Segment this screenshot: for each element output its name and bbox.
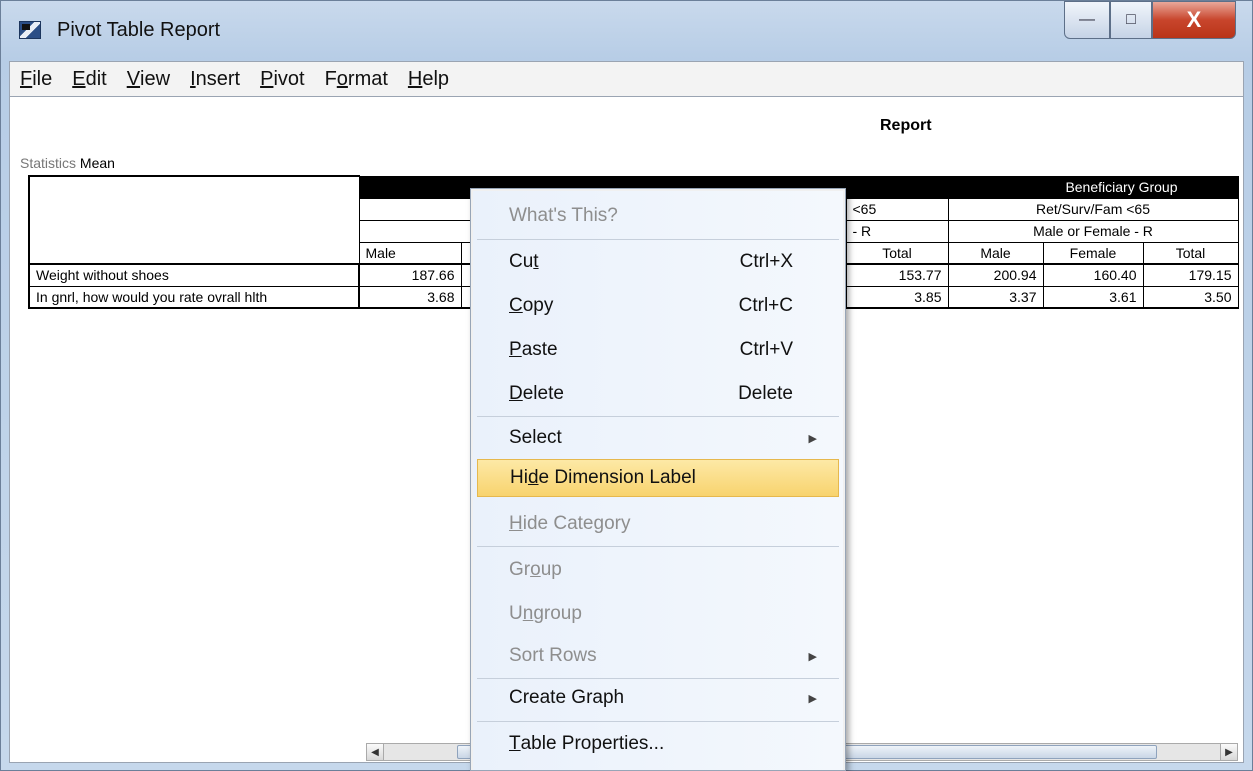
- pivot-corner: [28, 175, 360, 265]
- table-cell[interactable]: 200.94: [947, 263, 1044, 287]
- caption-buttons: — □ X: [1064, 1, 1236, 41]
- close-button[interactable]: X: [1152, 1, 1236, 39]
- table-cell[interactable]: 153.77: [845, 263, 949, 287]
- submenu-arrow-icon: ▶: [808, 650, 817, 663]
- menu-edit[interactable]: Edit: [62, 62, 116, 96]
- menu-item-hide-category[interactable]: Hide Category: [477, 505, 839, 543]
- table-cell[interactable]: 3.85: [845, 285, 949, 309]
- menu-item-delete[interactable]: Delete Delete: [477, 375, 839, 413]
- statistics-label: Statistics Mean: [20, 155, 115, 171]
- menu-item-hide-dimension-label[interactable]: Hi d e Dimension Label: [477, 459, 839, 497]
- statistics-caption: Statistics: [20, 155, 77, 171]
- col-header-male[interactable]: Male: [358, 241, 462, 265]
- menu-separator: [477, 546, 839, 547]
- table-cell[interactable]: 187.66: [358, 263, 462, 287]
- menu-item-ungroup[interactable]: Un group: [477, 595, 839, 633]
- menu-insert[interactable]: Insert: [180, 62, 250, 96]
- title-bar[interactable]: Pivot Table Report — □ X: [1, 1, 1252, 61]
- menu-item-whats-this[interactable]: What's This?: [477, 197, 839, 235]
- gender-header-under65[interactable]: - R: [846, 219, 949, 243]
- menu-separator: [477, 721, 839, 722]
- shortcut-label: Ctrl+X: [739, 251, 793, 272]
- group-header-under65[interactable]: <65: [846, 197, 949, 221]
- table-cell[interactable]: 160.40: [1042, 263, 1144, 287]
- menu-separator: [477, 416, 839, 417]
- submenu-arrow-icon: ▶: [808, 692, 817, 705]
- menu-bar: File Edit View Insert Pivot Fo rmat Help: [9, 61, 1244, 97]
- shortcut-label: Ctrl+C: [738, 295, 793, 316]
- menu-help[interactable]: Help: [398, 62, 459, 96]
- row-label[interactable]: In gnrl, how would you rate ovrall hlth: [28, 285, 360, 309]
- maximize-button[interactable]: □: [1110, 1, 1152, 39]
- menu-item-group[interactable]: Gr o up: [477, 551, 839, 589]
- menu-item-copy[interactable]: Copy Ctrl+C: [477, 287, 839, 325]
- row-label[interactable]: Weight without shoes: [28, 263, 360, 287]
- report-title: Report: [880, 117, 932, 134]
- gender-header-ret-surv-fam[interactable]: Male or Female - R: [947, 219, 1239, 243]
- maximize-icon: □: [1126, 11, 1136, 28]
- menu-file[interactable]: File: [10, 62, 62, 96]
- submenu-arrow-icon: ▶: [808, 432, 817, 445]
- table-cell[interactable]: 3.37: [947, 285, 1044, 309]
- col-header-female[interactable]: Female: [1042, 241, 1144, 265]
- table-cell[interactable]: 3.68: [358, 285, 462, 309]
- menu-pivot[interactable]: Pivot: [250, 62, 314, 96]
- menu-format[interactable]: Fo rmat: [315, 62, 398, 96]
- group-header-ret-surv-fam[interactable]: Ret/Surv/Fam <65: [947, 197, 1239, 221]
- menu-item-cut[interactable]: Cu t Ctrl+X: [477, 243, 839, 281]
- menu-item-sort-rows[interactable]: Sort Rows ▶: [477, 637, 839, 675]
- menu-item-table-properties[interactable]: Table Properties...: [477, 725, 839, 763]
- context-menu: What's This? Cu t Ctrl+X Copy Ctrl+C Paste C…: [470, 188, 846, 771]
- scroll-left-icon[interactable]: ◀: [367, 744, 384, 760]
- shortcut-label: Ctrl+V: [739, 339, 793, 360]
- col-header-total-2[interactable]: Total: [1142, 241, 1239, 265]
- col-header-male-2[interactable]: Male: [947, 241, 1044, 265]
- menu-item-paste[interactable]: Paste Ctrl+V: [477, 331, 839, 369]
- shortcut-label: Delete: [738, 383, 793, 404]
- close-icon: X: [1186, 7, 1202, 32]
- minimize-button[interactable]: —: [1064, 1, 1110, 39]
- table-cell[interactable]: 179.15: [1142, 263, 1239, 287]
- menu-separator: [477, 239, 839, 240]
- menu-item-select[interactable]: Select ▶: [477, 419, 839, 457]
- window-title: Pivot Table Report: [57, 19, 221, 41]
- table-cell[interactable]: 3.61: [1042, 285, 1144, 309]
- table-cell[interactable]: 3.50: [1142, 285, 1239, 309]
- scroll-right-icon[interactable]: ▶: [1220, 744, 1237, 760]
- menu-view[interactable]: View: [117, 62, 180, 96]
- minimize-icon: —: [1079, 11, 1095, 28]
- col-header-total[interactable]: Total: [845, 241, 949, 265]
- app-icon: [19, 21, 41, 39]
- menu-item-create-graph[interactable]: Create Graph ▶: [477, 679, 839, 717]
- statistics-value: Mean: [79, 155, 115, 171]
